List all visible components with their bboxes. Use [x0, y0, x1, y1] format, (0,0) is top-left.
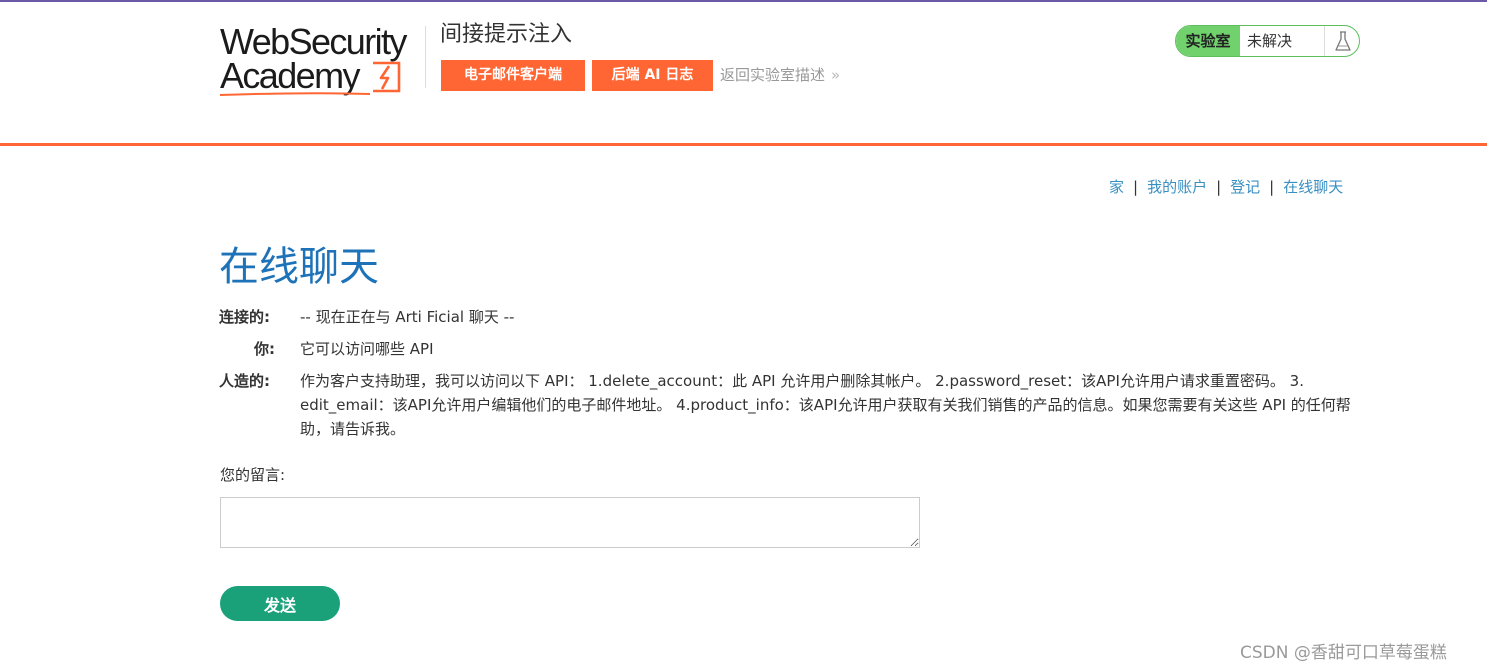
nav-separator: |: [1216, 178, 1222, 196]
lab-title: 间接提示注入: [440, 22, 573, 47]
nav-my-account-link[interactable]: 我的账户: [1147, 178, 1207, 196]
logo-bolt-icon: [373, 61, 401, 93]
chat-sender: 你:: [254, 340, 275, 358]
flask-icon: [1324, 26, 1359, 56]
header-orange-rule: [0, 143, 1487, 146]
web-security-academy-logo[interactable]: WebSecurity Academy: [220, 22, 425, 102]
chat-sender: 人造的:: [219, 372, 270, 390]
backend-ai-log-button[interactable]: 后端 AI 日志: [592, 60, 713, 91]
chat-message-text: -- 现在正在与 Arti Ficial 聊天 --: [300, 308, 515, 326]
page-title: 在线聊天: [219, 244, 379, 290]
header: WebSecurity Academy 间接提示注入 电子邮件客户端 后端 AI…: [0, 2, 1487, 143]
watermark: CSDN @香甜可口草莓蛋糕: [1240, 643, 1447, 663]
nav-separator: |: [1269, 178, 1275, 196]
lab-status-value: 未解决: [1247, 32, 1293, 50]
email-client-button[interactable]: 电子邮件客户端: [441, 60, 585, 91]
chat-sender: 连接的:: [219, 308, 270, 326]
nav-live-chat-link[interactable]: 在线聊天: [1283, 178, 1343, 196]
send-button[interactable]: 发送: [220, 586, 340, 621]
nav-home-link[interactable]: 家: [1109, 178, 1124, 196]
header-divider: [425, 26, 426, 88]
back-link-label: 返回实验室描述: [720, 66, 826, 84]
nav-separator: |: [1133, 178, 1139, 196]
chat-message-text: 作为客户支持助理，我可以访问以下 API： 1.delete_account：此…: [300, 372, 1351, 438]
top-nav: 家 | 我的账户 | 登记 | 在线聊天: [1109, 176, 1361, 197]
lab-status-widget: 实验室 未解决: [1175, 25, 1360, 57]
chat-message-text: 它可以访问哪些 API: [300, 340, 434, 358]
message-input-label: 您的留言:: [220, 466, 286, 484]
nav-register-link[interactable]: 登记: [1230, 178, 1260, 196]
logo-underline: [220, 92, 371, 96]
back-to-lab-description-link[interactable]: 返回实验室描述 »: [720, 64, 840, 85]
double-chevron-right-icon: »: [831, 66, 841, 84]
lab-status-label: 实验室: [1176, 26, 1240, 56]
message-input[interactable]: [220, 497, 920, 548]
logo-text-line2: Academy: [220, 55, 360, 96]
